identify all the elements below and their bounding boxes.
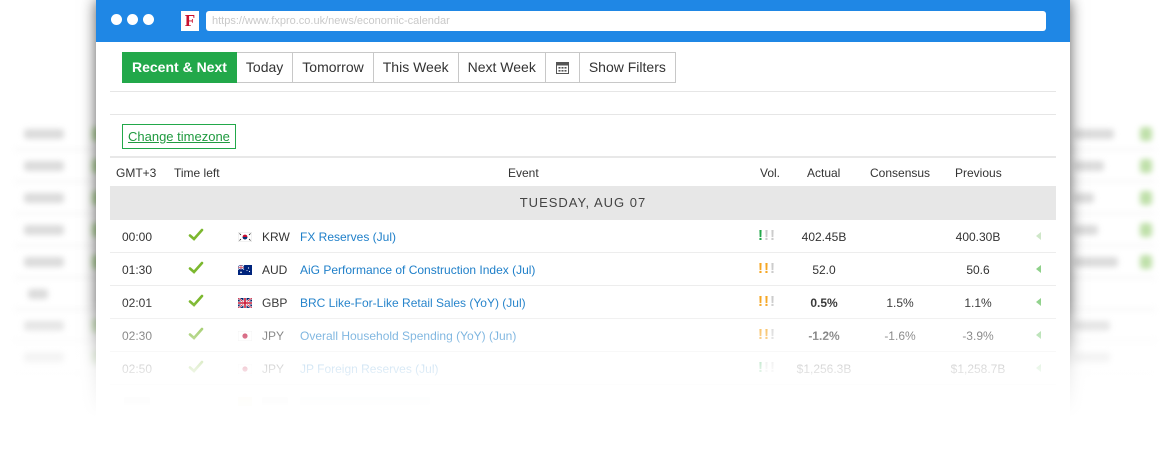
calendar-icon: [555, 62, 569, 74]
header-time-left: Time left: [174, 166, 220, 180]
currency-code: GBP: [262, 296, 288, 310]
event-link[interactable]: FX Reserves (Jul): [300, 230, 396, 244]
timezone-row: Change timezone: [110, 114, 1056, 156]
header-consensus: Consensus: [870, 166, 931, 180]
event-link[interactable]: JP Foreign Reserves (Jul): [300, 362, 439, 376]
event-time: 00:00: [122, 230, 153, 244]
previous-value: 1.1%: [964, 296, 992, 310]
uk-flag-icon: [238, 298, 252, 308]
actual-value: -1.2%: [808, 329, 840, 343]
actual-value: 0.5%: [810, 296, 838, 310]
header-actual: Actual: [807, 166, 841, 180]
table-row[interactable]: 02:30 JPY Overall Household Spending (Yo…: [110, 319, 1056, 352]
header-event: Event: [508, 166, 539, 180]
browser-window: F https://www.fxpro.co.uk/news/economic-…: [96, 0, 1070, 456]
japan-flag-icon: [238, 364, 252, 374]
table-row[interactable]: 00:00 KRW FX Reserves (Jul) !!! 402.45B …: [110, 220, 1056, 253]
window-dot-icon[interactable]: [111, 14, 122, 25]
consensus-value: 1.5%: [886, 296, 914, 310]
check-icon: [188, 261, 204, 274]
tab-this-week[interactable]: This Week: [373, 52, 459, 83]
event-link[interactable]: AiG Performance of Construction Index (J…: [300, 263, 535, 277]
economic-calendar: Recent & Next Today Tomorrow This Week N…: [110, 42, 1056, 456]
currency-code: JPY: [262, 362, 285, 376]
currency-code: JPY: [262, 329, 285, 343]
faded-row-placeholder: [262, 397, 288, 405]
calendar-button[interactable]: [545, 52, 580, 83]
browser-titlebar: F https://www.fxpro.co.uk/news/economic-…: [96, 0, 1070, 42]
header-timezone[interactable]: GMT+3: [116, 166, 156, 180]
address-bar[interactable]: https://www.fxpro.co.uk/news/economic-ca…: [206, 11, 1046, 31]
expand-arrow-icon[interactable]: [1036, 265, 1041, 273]
actual-value: 52.0: [812, 263, 836, 277]
currency-code: KRW: [262, 230, 290, 244]
expand-arrow-icon[interactable]: [1036, 331, 1041, 339]
tab-recent-next[interactable]: Recent & Next: [122, 52, 237, 83]
window-dot-icon[interactable]: [143, 14, 154, 25]
previous-value: 400.30B: [955, 230, 1001, 244]
currency-code: AUD: [262, 263, 288, 277]
volatility-indicator: !!!: [758, 326, 776, 343]
table-row: [110, 385, 1056, 418]
actual-value: 402.45B: [801, 230, 847, 244]
expand-arrow-icon[interactable]: [1036, 232, 1041, 240]
day-divider: TUESDAY, AUG 07: [110, 186, 1056, 220]
check-icon: [188, 327, 204, 340]
change-timezone-button[interactable]: Change timezone: [122, 124, 236, 149]
south-korea-flag-icon: [238, 232, 252, 242]
volatility-indicator: !!!: [758, 293, 776, 310]
check-icon: [188, 294, 204, 307]
event-time: 02:01: [122, 296, 153, 310]
tab-today[interactable]: Today: [236, 52, 294, 83]
table-row[interactable]: 01:30 AUD AiG Performance of Constructio…: [110, 253, 1056, 286]
volatility-indicator: !!!: [758, 260, 776, 277]
expand-arrow-icon[interactable]: [1036, 298, 1041, 306]
window-dot-icon[interactable]: [127, 14, 138, 25]
show-filters-button[interactable]: Show Filters: [579, 52, 676, 83]
header-previous: Previous: [955, 166, 1002, 180]
period-filter-bar: Recent & Next Today Tomorrow This Week N…: [110, 42, 1056, 92]
japan-flag-icon: [238, 331, 252, 341]
previous-value: 50.6: [966, 263, 990, 277]
expand-arrow-icon[interactable]: [1036, 364, 1041, 372]
event-link[interactable]: Overall Household Spending (YoY) (Jun): [300, 329, 516, 343]
previous-value: -3.9%: [962, 329, 994, 343]
volatility-indicator: !!!: [758, 359, 776, 376]
event-link[interactable]: BRC Like-For-Like Retail Sales (YoY) (Ju…: [300, 296, 526, 310]
tab-next-week[interactable]: Next Week: [458, 52, 546, 83]
check-icon: [188, 228, 204, 241]
table-row[interactable]: 02:50 JPY JP Foreign Reserves (Jul) !!! …: [110, 352, 1056, 385]
tab-tomorrow[interactable]: Tomorrow: [293, 52, 374, 83]
australia-flag-icon: [238, 265, 252, 275]
table-header: GMT+3 Time left Event Vol. Actual Consen…: [110, 156, 1056, 186]
header-vol: Vol.: [760, 166, 781, 180]
event-time: 01:30: [122, 263, 153, 277]
check-icon: [188, 360, 204, 373]
consensus-value: -1.6%: [884, 329, 916, 343]
actual-value: $1,256.3B: [796, 362, 852, 376]
faded-row-placeholder: [124, 397, 150, 405]
event-time: 02:50: [122, 362, 153, 376]
faded-row-placeholder: [300, 397, 430, 405]
previous-value: $1,258.7B: [950, 362, 1006, 376]
flag-icon: [238, 397, 252, 406]
table-row[interactable]: 02:01 GBP BRC Like-For-Like Retail Sales…: [110, 286, 1056, 319]
favicon-icon: F: [181, 11, 199, 31]
volatility-indicator: !!!: [758, 227, 776, 244]
event-time: 02:30: [122, 329, 153, 343]
